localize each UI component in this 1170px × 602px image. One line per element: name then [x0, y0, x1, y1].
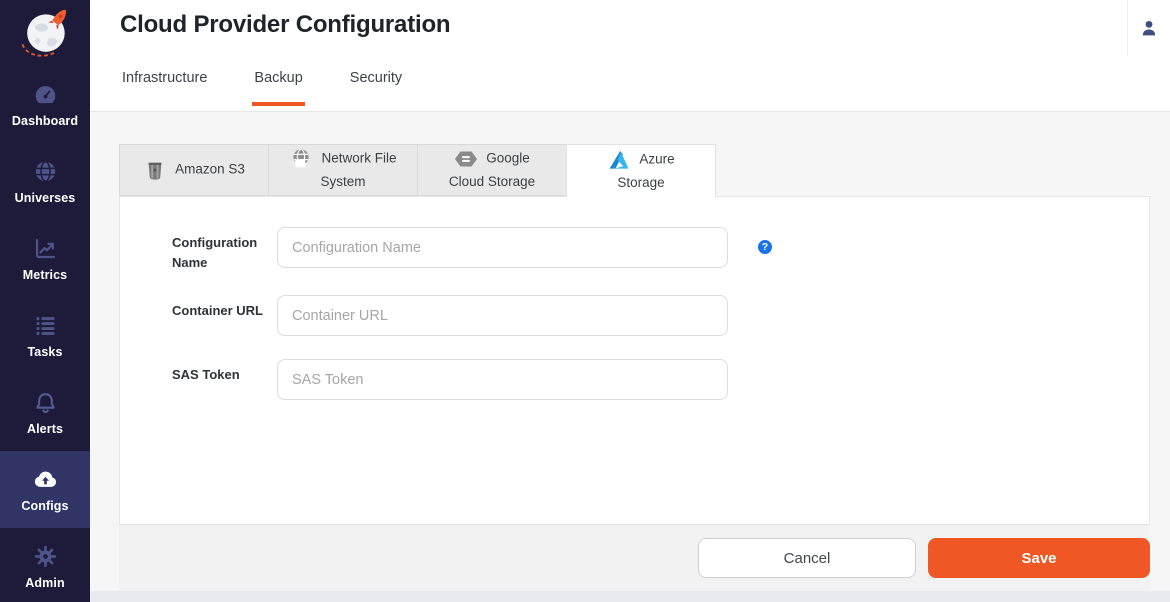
sas-token-label: SAS Token	[172, 359, 269, 385]
cancel-button[interactable]: Cancel	[698, 538, 916, 578]
gear-icon	[32, 543, 59, 570]
tab-security[interactable]: Security	[348, 70, 404, 106]
tab-backup[interactable]: Backup	[252, 70, 304, 106]
sidebar-item-dashboard[interactable]: Dashboard	[0, 66, 90, 143]
user-icon	[1138, 17, 1160, 39]
globe-icon	[32, 158, 59, 185]
container-url-input[interactable]	[277, 295, 728, 336]
azure-icon	[607, 148, 631, 172]
cloud-upload-icon	[32, 466, 59, 493]
user-menu-button[interactable]	[1127, 0, 1170, 56]
provider-tab-google-cloud-storage[interactable]: Google Cloud Storage	[417, 144, 567, 196]
bell-icon	[32, 389, 59, 416]
sidebar-item-tasks[interactable]: Tasks	[0, 297, 90, 374]
task-list-icon	[32, 312, 59, 339]
form-action-bar: Cancel Save	[119, 524, 1150, 591]
container-url-label: Container URL	[172, 295, 269, 321]
line-chart-icon	[32, 235, 59, 262]
configuration-name-label: Configuration Name	[172, 227, 269, 272]
azure-storage-form-panel: Configuration Name ? Container URL SAS T…	[119, 196, 1150, 524]
provider-tab-network-file-system[interactable]: Network File System	[268, 144, 418, 196]
sidebar-item-universes[interactable]: Universes	[0, 143, 90, 220]
provider-tab-azure-storage[interactable]: Azure Storage	[566, 144, 716, 198]
provider-tab-label: Network File System	[320, 151, 396, 189]
header: Cloud Provider Configuration Infrastruct…	[90, 0, 1170, 112]
top-tabs: Infrastructure Backup Security	[120, 70, 404, 106]
sidebar-item-metrics[interactable]: Metrics	[0, 220, 90, 297]
form-row-configuration-name: Configuration Name ?	[172, 227, 1149, 272]
storage-provider-tabs: Amazon S3 Network File System	[119, 144, 716, 196]
sidebar-item-label: Admin	[25, 576, 64, 590]
network-file-system-icon	[289, 147, 313, 171]
sidebar-item-label: Alerts	[27, 422, 63, 436]
provider-tab-amazon-s3[interactable]: Amazon S3	[119, 144, 269, 196]
configuration-name-input[interactable]	[277, 227, 728, 268]
form-row-sas-token: SAS Token	[172, 359, 1149, 400]
sidebar-item-label: Tasks	[27, 345, 62, 359]
planet-rocket-logo-icon	[15, 6, 75, 62]
azure-storage-form: Configuration Name ? Container URL SAS T…	[120, 197, 1149, 400]
sidebar: Dashboard Universes Metrics	[0, 0, 90, 602]
help-icon[interactable]: ?	[758, 240, 772, 254]
gauge-icon	[32, 81, 59, 108]
sas-token-input[interactable]	[277, 359, 728, 400]
sidebar-item-label: Configs	[21, 499, 68, 513]
sidebar-item-alerts[interactable]: Alerts	[0, 374, 90, 451]
amazon-s3-icon	[143, 158, 167, 182]
sidebar-item-label: Universes	[15, 191, 76, 205]
page-title: Cloud Provider Configuration	[120, 11, 450, 39]
sidebar-item-configs[interactable]: Configs	[0, 451, 90, 528]
google-cloud-storage-icon	[454, 147, 478, 171]
content-area: Amazon S3 Network File System	[90, 112, 1170, 602]
save-button[interactable]: Save	[928, 538, 1150, 578]
app-logo[interactable]	[0, 0, 90, 66]
page-bottom-strip	[90, 591, 1170, 602]
sidebar-item-label: Dashboard	[12, 114, 78, 128]
form-row-container-url: Container URL	[172, 295, 1149, 336]
tab-infrastructure[interactable]: Infrastructure	[120, 70, 209, 106]
provider-tab-label: Amazon S3	[175, 162, 245, 177]
sidebar-item-admin[interactable]: Admin	[0, 528, 90, 602]
sidebar-item-label: Metrics	[23, 268, 67, 282]
